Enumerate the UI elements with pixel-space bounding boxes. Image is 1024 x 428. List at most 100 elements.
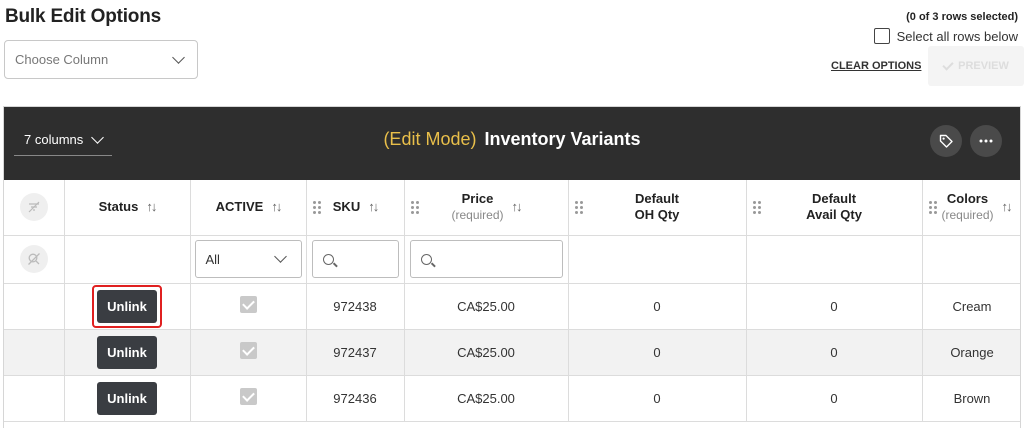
row-select-cell[interactable] bbox=[4, 375, 65, 422]
sort-icon[interactable]: ↑↓ bbox=[1002, 199, 1013, 215]
oh-qty-filter-cell bbox=[568, 235, 747, 284]
price-column-header[interactable]: Price (required) ↑↓ bbox=[404, 180, 569, 236]
sku-cell: 972438 bbox=[306, 283, 405, 330]
preview-button[interactable]: PREVIEW bbox=[928, 46, 1024, 86]
avail-qty-cell: 0 bbox=[746, 375, 923, 422]
search-icon bbox=[322, 253, 334, 265]
active-header-label: ACTIVE bbox=[215, 199, 264, 215]
price-cell: CA$25.00 bbox=[404, 329, 569, 376]
sku-search-input[interactable] bbox=[311, 240, 399, 278]
chevron-down-icon bbox=[172, 50, 185, 64]
price-cell: CA$25.00 bbox=[404, 283, 569, 330]
more-icon bbox=[979, 139, 993, 143]
filter-toggle-cell[interactable] bbox=[4, 235, 65, 284]
oh-qty-cell: 0 bbox=[568, 283, 747, 330]
avail-qty-header-line1: Default bbox=[811, 191, 857, 207]
color-cell: Brown bbox=[922, 375, 1020, 422]
select-all-label: Select all rows below bbox=[896, 28, 1018, 44]
drag-handle-icon[interactable] bbox=[752, 201, 761, 214]
drag-handle-icon[interactable] bbox=[410, 201, 419, 214]
active-cell bbox=[190, 329, 307, 376]
sku-header-label: SKU bbox=[332, 199, 361, 215]
oh-qty-cell: 0 bbox=[568, 375, 747, 422]
oh-qty-column-header[interactable]: Default OH Qty bbox=[568, 180, 747, 236]
status-cell: Unlink bbox=[64, 375, 191, 422]
choose-column-placeholder: Choose Column bbox=[15, 52, 109, 67]
active-column-header[interactable]: ACTIVE ↑↓ bbox=[190, 180, 307, 236]
row-select-cell[interactable] bbox=[4, 329, 65, 376]
drag-handle-icon[interactable] bbox=[574, 201, 583, 214]
colors-column-header[interactable]: Colors (required) ↑↓ bbox=[922, 180, 1020, 236]
drag-handle-icon[interactable] bbox=[928, 201, 937, 214]
price-required-note: (required) bbox=[451, 208, 504, 223]
table-row: Unlink 972437 CA$25.00 0 0 Orange bbox=[4, 329, 1020, 376]
search-icon bbox=[420, 253, 432, 265]
active-filter-value: All bbox=[205, 251, 220, 267]
active-checkbox bbox=[239, 388, 257, 405]
header-row: Status ↑↓ ACTIVE ↑↓ SKU ↑↓ Price (required) ↑… bbox=[4, 180, 1020, 236]
oh-qty-header-line2: OH Qty bbox=[634, 207, 680, 223]
status-cell: Unlink bbox=[64, 329, 191, 376]
drag-handle-icon[interactable] bbox=[312, 201, 321, 214]
active-cell bbox=[190, 375, 307, 422]
disabled-filter-icon[interactable] bbox=[19, 193, 48, 222]
tag-button[interactable] bbox=[930, 125, 962, 157]
tag-icon bbox=[939, 134, 953, 148]
status-filter-cell bbox=[64, 235, 191, 284]
status-header-label: Status bbox=[98, 199, 139, 215]
sort-icon[interactable]: ↑↓ bbox=[271, 199, 282, 215]
avail-qty-cell: 0 bbox=[746, 329, 923, 376]
oh-qty-cell: 0 bbox=[568, 329, 747, 376]
colors-filter-cell bbox=[922, 235, 1020, 284]
filter-row: All bbox=[4, 235, 1020, 284]
active-filter-cell: All bbox=[190, 235, 307, 284]
unlink-button[interactable]: Unlink bbox=[97, 335, 157, 369]
price-filter-cell bbox=[404, 235, 569, 284]
price-cell: CA$25.00 bbox=[404, 375, 569, 422]
grid-header-bar: 7 columns (Edit Mode) Inventory Variants bbox=[4, 107, 1020, 180]
avail-qty-filter-cell bbox=[746, 235, 923, 284]
variants-table: Status ↑↓ ACTIVE ↑↓ SKU ↑↓ Price (required) ↑… bbox=[4, 180, 1020, 422]
active-checkbox bbox=[239, 342, 257, 359]
filter-off-icon[interactable] bbox=[19, 245, 48, 273]
avail-qty-header-line2: Avail Qty bbox=[806, 207, 862, 223]
grid-name: Inventory Variants bbox=[484, 129, 641, 149]
table-row: Unlink 972436 CA$25.00 0 0 Brown bbox=[4, 375, 1020, 422]
color-cell: Cream bbox=[922, 283, 1020, 330]
more-options-button[interactable] bbox=[970, 125, 1002, 157]
active-checkbox bbox=[239, 296, 257, 313]
selection-info: (0 of 3 rows selected) bbox=[906, 11, 1018, 23]
avail-qty-column-header[interactable]: Default Avail Qty bbox=[746, 180, 923, 236]
status-cell: Unlink bbox=[64, 283, 191, 330]
clear-options-link[interactable]: CLEAR OPTIONS bbox=[831, 60, 921, 72]
sku-filter-cell bbox=[306, 235, 405, 284]
choose-column-dropdown[interactable]: Choose Column bbox=[4, 40, 198, 79]
unlink-button[interactable]: Unlink bbox=[97, 381, 157, 415]
sort-icon[interactable]: ↑↓ bbox=[512, 199, 523, 215]
active-cell bbox=[190, 283, 307, 330]
sku-cell: 972437 bbox=[306, 329, 405, 376]
sku-cell: 972436 bbox=[306, 375, 405, 422]
active-filter-select[interactable]: All bbox=[194, 240, 302, 278]
page-title: Bulk Edit Options bbox=[5, 6, 161, 27]
row-select-header[interactable] bbox=[4, 180, 65, 236]
price-header-label: Price bbox=[461, 191, 494, 207]
preview-label: PREVIEW bbox=[958, 60, 1009, 72]
color-cell: Orange bbox=[922, 329, 1020, 376]
price-search-input[interactable] bbox=[409, 240, 563, 278]
avail-qty-cell: 0 bbox=[746, 283, 923, 330]
highlight-box: Unlink bbox=[92, 284, 162, 328]
sort-icon[interactable]: ↑↓ bbox=[146, 199, 157, 215]
check-icon bbox=[942, 58, 954, 71]
select-all-control[interactable]: Select all rows below bbox=[873, 28, 1018, 44]
edit-mode-label: (Edit Mode) bbox=[383, 129, 477, 149]
sku-column-header[interactable]: SKU ↑↓ bbox=[306, 180, 405, 236]
status-column-header[interactable]: Status ↑↓ bbox=[64, 180, 191, 236]
select-all-checkbox[interactable] bbox=[873, 28, 890, 44]
unlink-button[interactable]: Unlink bbox=[97, 289, 157, 323]
sort-icon[interactable]: ↑↓ bbox=[368, 199, 379, 215]
grid-title: (Edit Mode) Inventory Variants bbox=[4, 129, 1020, 150]
row-select-cell[interactable] bbox=[4, 283, 65, 330]
table-row: Unlink 972438 CA$25.00 0 0 Cream bbox=[4, 283, 1020, 330]
oh-qty-header-line1: Default bbox=[634, 191, 680, 207]
